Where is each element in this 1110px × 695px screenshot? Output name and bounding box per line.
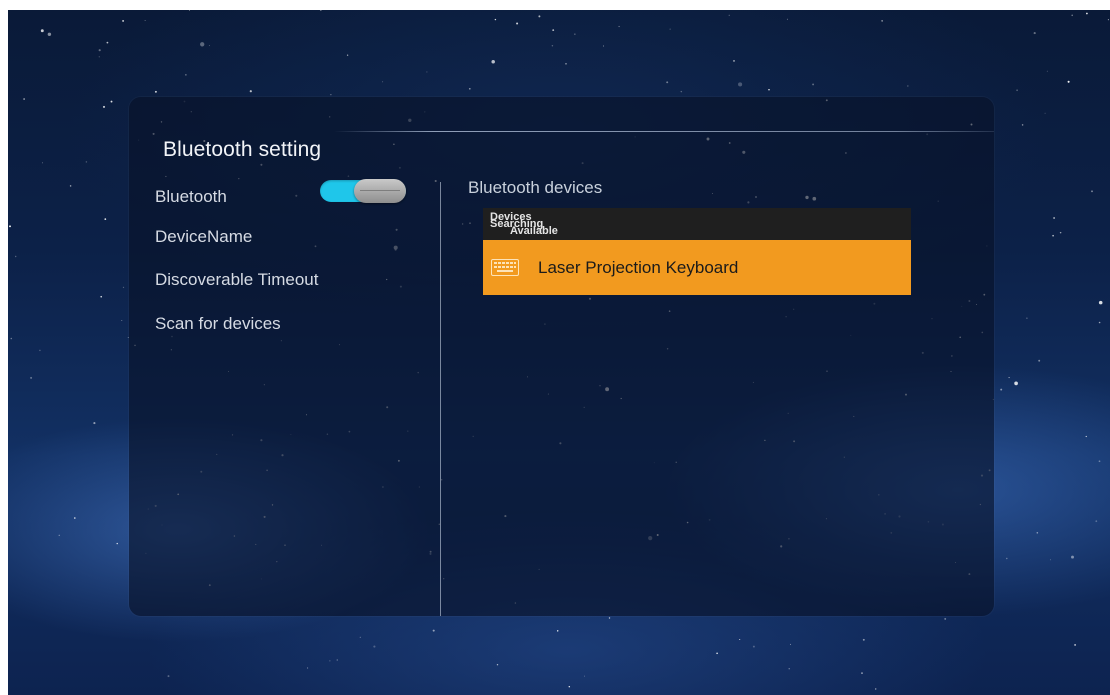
keyboard-icon	[491, 259, 519, 276]
bluetooth-settings-panel: Bluetooth setting Bluetooth DeviceName D…	[129, 97, 994, 616]
bluetooth-devices-heading: Bluetooth devices	[468, 178, 603, 197]
devices-list-header: Devices Searching Available	[483, 208, 911, 240]
menu-item-device-name[interactable]: DeviceName	[155, 227, 252, 247]
menu-item-scan-for-devices[interactable]: Scan for devices	[155, 314, 281, 334]
devices-list: Devices Searching Available Laser Projec…	[483, 208, 911, 295]
bluetooth-toggle[interactable]	[320, 179, 406, 203]
toggle-knob	[354, 179, 406, 203]
menu-item-bluetooth[interactable]: Bluetooth	[155, 187, 227, 207]
tv-screen: Bluetooth setting Bluetooth DeviceName D…	[8, 10, 1110, 695]
header-available-label: Available	[510, 225, 558, 237]
column-divider	[440, 182, 441, 616]
device-name: Laser Projection Keyboard	[538, 258, 739, 277]
header-divider	[334, 131, 994, 132]
device-row-laser-projection-keyboard[interactable]: Laser Projection Keyboard	[483, 240, 911, 295]
page-title: Bluetooth setting	[163, 138, 322, 161]
menu-item-discoverable-timeout[interactable]: Discoverable Timeout	[155, 270, 318, 290]
